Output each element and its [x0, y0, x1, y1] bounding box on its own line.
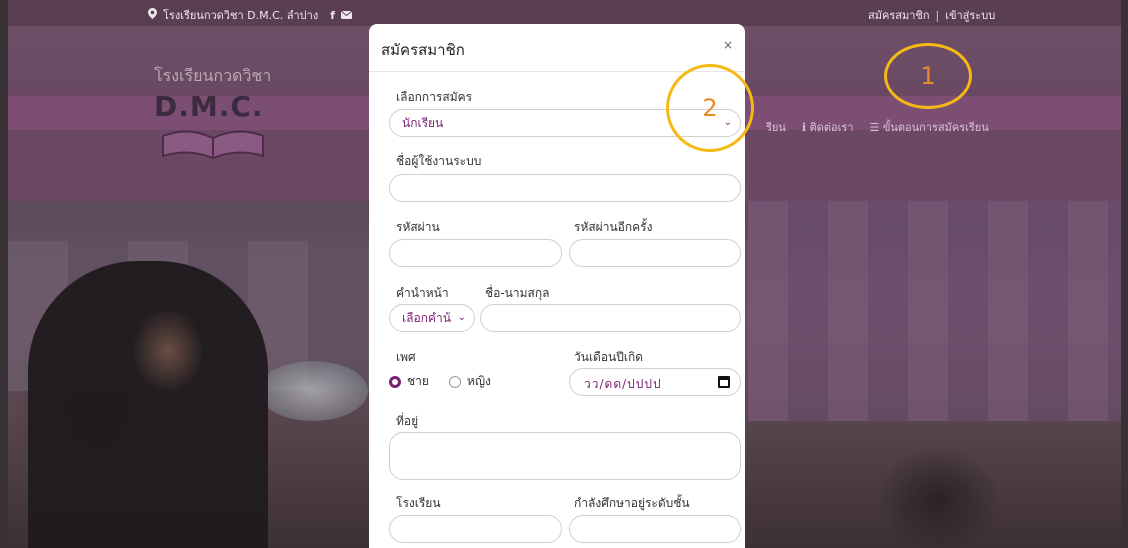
facebook-icon[interactable]: f [330, 9, 335, 22]
gender-female-radio[interactable] [448, 375, 461, 388]
birthdate-label: วันเดือนปีเกิด [574, 350, 644, 364]
info-icon: ℹ [801, 121, 810, 134]
logo-text-line1: โรงเรียนกวดวิชา [154, 66, 272, 85]
username-input[interactable] [389, 174, 741, 202]
address-textarea[interactable] [389, 432, 741, 480]
close-icon[interactable]: × [723, 38, 733, 52]
envelope-icon[interactable] [340, 9, 353, 22]
nav-item-steps[interactable]: ☰ ขั้นตอนการสมัครเรียน [869, 118, 988, 136]
logo-text-line2: D.M.C. [154, 90, 264, 123]
book-icon [162, 130, 264, 160]
login-link[interactable]: เข้าสู่ระบบ [945, 6, 995, 24]
birthdate-placeholder: วว/ดด/ปปปป [584, 377, 662, 391]
gender-male-radio[interactable] [389, 375, 401, 388]
student-figure [28, 261, 268, 548]
school-logo[interactable]: โรงเรียนกวดวิชา D.M.C. [148, 56, 284, 160]
register-link[interactable]: สมัครสมาชิก [868, 6, 930, 24]
nav-item-steps-label: ขั้นตอนการสมัครเรียน [882, 121, 989, 134]
desk-lamp [258, 361, 368, 421]
school-input[interactable] [389, 515, 562, 543]
school-location-label: โรงเรียนกวดวิชา D.M.C. ลำปาง [163, 9, 319, 22]
gender-label: เพศ [396, 350, 416, 364]
map-marker-icon [148, 8, 157, 22]
password-confirm-input[interactable] [569, 239, 741, 267]
nav-item-contact-label: ติดต่อเรา [809, 121, 854, 134]
modal-header: สมัครสมาชิก × [369, 24, 745, 72]
gender-radio-group: ชาย หญิง [389, 372, 491, 391]
prefix-value: เลือกคำน้ [402, 311, 451, 325]
gender-female-label: หญิง [466, 374, 491, 388]
address-label: ที่อยู่ [396, 414, 419, 428]
annotation-marker-1: 1 [884, 43, 972, 109]
fullname-label: ชื่อ-นามสกุล [485, 286, 550, 300]
list-icon: ☰ [869, 121, 883, 134]
school-label: โรงเรียน [396, 496, 441, 510]
prefix-select[interactable]: เลือกคำน้ ⌄ [389, 304, 475, 332]
username-label: ชื่อผู้ใช้งานระบบ [396, 154, 482, 168]
grade-label: กำลังศึกษาอยู่ระดับชั้น [574, 496, 690, 510]
register-type-value: นักเรียน [402, 116, 444, 130]
nav-item-courses[interactable]: รียน [766, 118, 786, 136]
main-nav: รียน ℹ ติดต่อเรา ☰ ขั้นตอนการสมัครเรียน [766, 118, 989, 136]
grade-input[interactable] [569, 515, 741, 543]
top-bar: โรงเรียนกวดวิชา D.M.C. ลำปาง f สมัครสมาช… [8, 0, 1121, 26]
password-input[interactable] [389, 239, 562, 267]
password-label: รหัสผ่าน [396, 220, 440, 234]
topbar-separator: | [935, 8, 940, 22]
password-confirm-label: รหัสผ่านอีกครั้ง [574, 220, 653, 234]
prefix-label: คำนำหน้า [396, 286, 449, 300]
annotation-marker-2: 2 [666, 64, 754, 152]
gender-male-label: ชาย [407, 374, 429, 388]
modal-title: สมัครสมาชิก [381, 41, 465, 59]
nav-item-contact[interactable]: ℹ ติดต่อเรา [802, 118, 854, 136]
fullname-input[interactable] [480, 304, 741, 332]
chevron-down-icon: ⌄ [457, 312, 466, 323]
birthdate-input[interactable]: วว/ดด/ปปปป [569, 368, 741, 396]
topbar-right: สมัครสมาชิก | เข้าสู่ระบบ [868, 6, 995, 24]
topbar-left: โรงเรียนกวดวิชา D.M.C. ลำปาง f [148, 6, 353, 24]
wall-decoration-right [748, 201, 1121, 421]
register-type-label: เลือกการสมัคร [396, 90, 473, 104]
calendar-icon[interactable] [718, 376, 730, 388]
